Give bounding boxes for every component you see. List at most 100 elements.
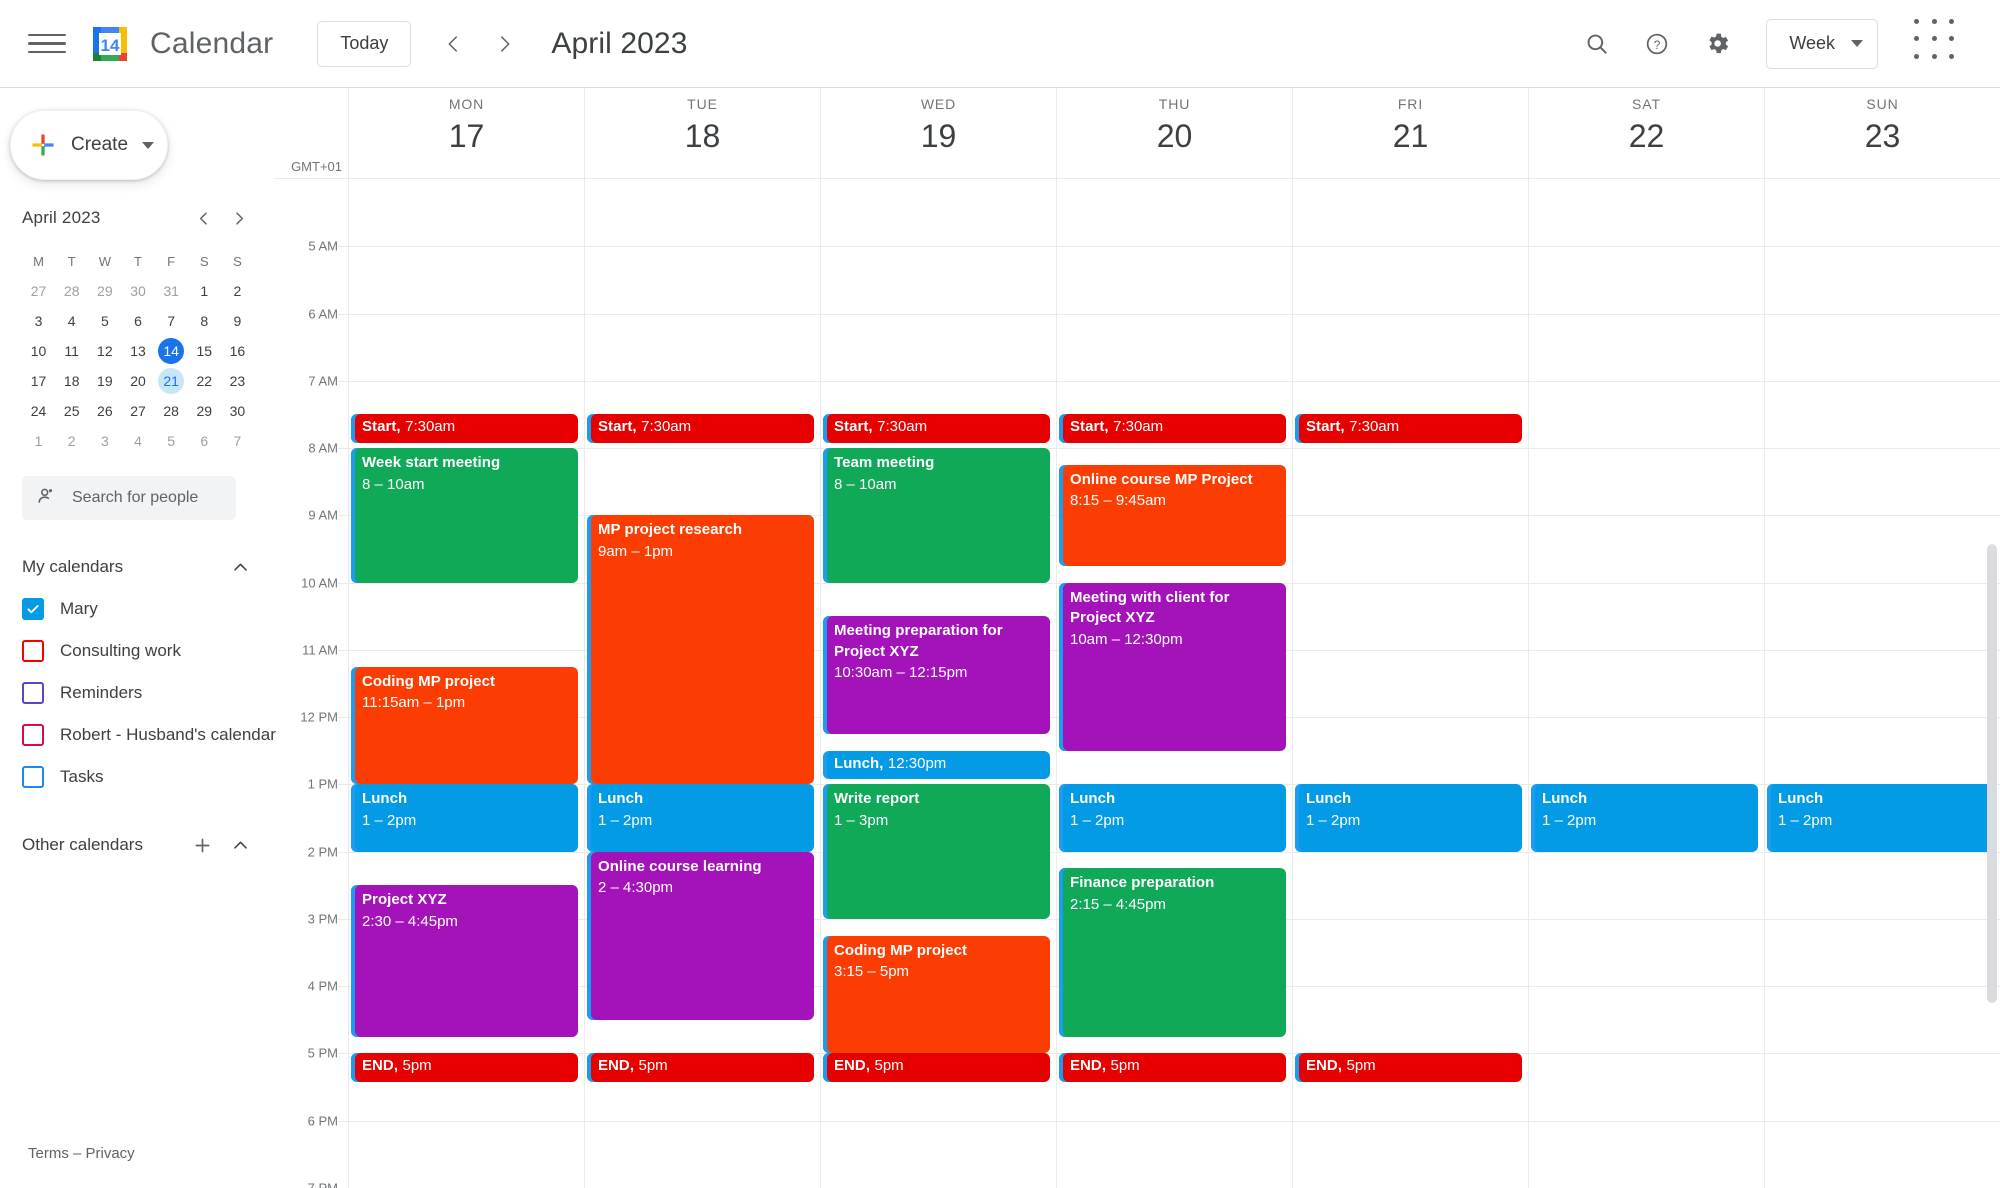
day-date-number[interactable]: 17 xyxy=(349,118,584,155)
mini-calendar-day[interactable]: 8 xyxy=(188,306,221,336)
mini-calendar-day[interactable]: 1 xyxy=(22,426,55,456)
calendar-checkbox[interactable] xyxy=(22,724,44,746)
calendar-event[interactable]: Online course MP Project 8:15 – 9:45am xyxy=(1059,464,1286,566)
mini-calendar-day[interactable]: 9 xyxy=(221,306,254,336)
calendar-event[interactable]: Finance preparation 2:15 – 4:45pm xyxy=(1059,868,1286,1037)
mini-calendar-day[interactable]: 7 xyxy=(155,306,188,336)
mini-calendar-day[interactable]: 18 xyxy=(55,366,88,396)
calendar-list-item[interactable]: Consulting work xyxy=(22,630,256,672)
my-calendars-header[interactable]: My calendars xyxy=(22,546,256,588)
mini-calendar-day[interactable]: 2 xyxy=(55,426,88,456)
footer-terms-privacy[interactable]: Terms – Privacy xyxy=(28,1145,135,1162)
mini-calendar-day[interactable]: 31 xyxy=(155,276,188,306)
calendar-event[interactable]: Lunch 1 – 2pm xyxy=(1531,784,1758,852)
week-scroll-region[interactable]: 5 AM 6 AM 7 AM 8 AM 9 AM 10 AM 11 AM 12 PM 1 PM 2… xyxy=(274,178,2000,1188)
mini-calendar-day[interactable]: 5 xyxy=(155,426,188,456)
calendar-event[interactable]: Week start meeting 8 – 10am xyxy=(351,448,578,583)
search-people-input[interactable]: Search for people xyxy=(22,476,236,520)
day-column[interactable]: Start, 7:30am Online course MP Project 8:1… xyxy=(1056,179,1292,1188)
mini-calendar-day[interactable]: 10 xyxy=(22,336,55,366)
day-date-number[interactable]: 18 xyxy=(585,118,820,155)
mini-calendar-day[interactable]: 4 xyxy=(55,306,88,336)
calendar-event[interactable]: Write report 1 – 3pm xyxy=(823,784,1050,919)
calendar-event[interactable]: Start, 7:30am xyxy=(351,414,578,443)
mini-calendar-day[interactable]: 1 xyxy=(188,276,221,306)
day-column[interactable]: Start, 7:30am MP project research 9am – 1p… xyxy=(584,179,820,1188)
mini-calendar-day[interactable]: 3 xyxy=(22,306,55,336)
calendar-event[interactable]: Start, 7:30am xyxy=(1295,414,1522,443)
day-column-header[interactable]: SAT 22 xyxy=(1528,88,1764,178)
calendar-event[interactable]: END, 5pm xyxy=(587,1053,814,1082)
add-other-calendar-icon[interactable] xyxy=(186,829,218,861)
calendar-event[interactable]: Start, 7:30am xyxy=(587,414,814,443)
mini-calendar-day[interactable]: 19 xyxy=(88,366,121,396)
calendar-list-item[interactable]: Reminders xyxy=(22,672,256,714)
mini-calendar-day[interactable]: 29 xyxy=(88,276,121,306)
mini-calendar-day[interactable]: 5 xyxy=(88,306,121,336)
calendar-checkbox[interactable] xyxy=(22,766,44,788)
calendar-checkbox[interactable] xyxy=(22,682,44,704)
calendar-event[interactable]: Meeting with client for Project XYZ 10am … xyxy=(1059,582,1286,751)
vertical-scrollbar[interactable] xyxy=(1987,185,1997,1182)
mini-calendar-day[interactable]: 22 xyxy=(188,366,221,396)
mini-calendar-day[interactable]: 7 xyxy=(221,426,254,456)
mini-calendar-day[interactable]: 17 xyxy=(22,366,55,396)
help-circle-icon[interactable]: ? xyxy=(1632,19,1682,69)
calendar-event[interactable]: Start, 7:30am xyxy=(1059,414,1286,443)
brand-logo-group[interactable]: 14 Calendar xyxy=(86,20,273,68)
scrollbar-thumb[interactable] xyxy=(1987,543,1997,1003)
mini-calendar-day[interactable]: 25 xyxy=(55,396,88,426)
calendar-event[interactable]: Team meeting 8 – 10am xyxy=(823,448,1050,583)
calendar-checkbox[interactable] xyxy=(22,598,44,620)
mini-calendar-day[interactable]: 6 xyxy=(121,306,154,336)
calendar-event[interactable]: Lunch 1 – 2pm xyxy=(1059,784,1286,852)
calendar-event[interactable]: Lunch 1 – 2pm xyxy=(1767,784,1994,852)
mini-calendar-day[interactable]: 29 xyxy=(188,396,221,426)
day-date-number[interactable]: 19 xyxy=(821,118,1056,155)
day-column-header[interactable]: MON 17 xyxy=(348,88,584,178)
day-column-header[interactable]: FRI 21 xyxy=(1292,88,1528,178)
calendar-list-item[interactable]: Mary xyxy=(22,588,256,630)
mini-calendar-day[interactable]: 24 xyxy=(22,396,55,426)
hamburger-menu-icon[interactable] xyxy=(28,25,66,63)
calendar-event[interactable]: END, 5pm xyxy=(823,1053,1050,1082)
day-date-number[interactable]: 22 xyxy=(1529,118,1764,155)
gear-icon[interactable] xyxy=(1692,19,1742,69)
day-column[interactable]: Lunch 1 – 2pm xyxy=(1764,179,2000,1188)
mini-calendar-day[interactable]: 11 xyxy=(55,336,88,366)
mini-calendar-day[interactable]: 30 xyxy=(121,276,154,306)
calendar-event[interactable]: Lunch 1 – 2pm xyxy=(587,784,814,852)
calendar-list-item[interactable]: Robert - Husband's calendar xyxy=(22,714,276,756)
day-column[interactable]: Start, 7:30am Week start meeting 8 – 10am C… xyxy=(348,179,584,1188)
mini-calendar-day[interactable]: 30 xyxy=(221,396,254,426)
mini-calendar-day[interactable]: 13 xyxy=(121,336,154,366)
mini-calendar-day[interactable]: 27 xyxy=(22,276,55,306)
mini-calendar-day[interactable]: 21 xyxy=(155,366,188,396)
calendar-event[interactable]: Lunch, 12:30pm xyxy=(823,750,1050,780)
apps-grid-icon[interactable] xyxy=(1902,7,1976,81)
calendar-event[interactable]: Lunch 1 – 2pm xyxy=(1295,784,1522,852)
mini-calendar-day[interactable]: 2 xyxy=(221,276,254,306)
search-icon[interactable] xyxy=(1572,19,1622,69)
chevron-left-icon[interactable] xyxy=(429,20,477,68)
chevron-up-icon[interactable] xyxy=(224,551,256,583)
mini-calendar-day[interactable]: 3 xyxy=(88,426,121,456)
other-calendars-header[interactable]: Other calendars xyxy=(22,824,256,866)
calendar-event[interactable]: END, 5pm xyxy=(1059,1053,1286,1082)
view-mode-select[interactable]: Week xyxy=(1766,18,1878,69)
day-column-header[interactable]: TUE 18 xyxy=(584,88,820,178)
day-column[interactable]: Start, 7:30am Lunch 1 – 2pm END, 5pm xyxy=(1292,179,1528,1188)
mini-calendar-day[interactable]: 28 xyxy=(55,276,88,306)
calendar-event[interactable]: Start, 7:30am xyxy=(823,414,1050,443)
mini-calendar-day[interactable]: 12 xyxy=(88,336,121,366)
calendar-event[interactable]: Coding MP project 11:15am – 1pm xyxy=(351,666,578,785)
day-column-header[interactable]: THU 20 xyxy=(1056,88,1292,178)
mini-calendar-day[interactable]: 20 xyxy=(121,366,154,396)
day-column-header[interactable]: WED 19 xyxy=(820,88,1056,178)
day-date-number[interactable]: 21 xyxy=(1293,118,1528,155)
day-date-number[interactable]: 20 xyxy=(1057,118,1292,155)
mini-calendar-day[interactable]: 15 xyxy=(188,336,221,366)
calendar-checkbox[interactable] xyxy=(22,640,44,662)
create-button[interactable]: Create xyxy=(10,110,168,180)
chevron-up-icon[interactable] xyxy=(224,829,256,861)
